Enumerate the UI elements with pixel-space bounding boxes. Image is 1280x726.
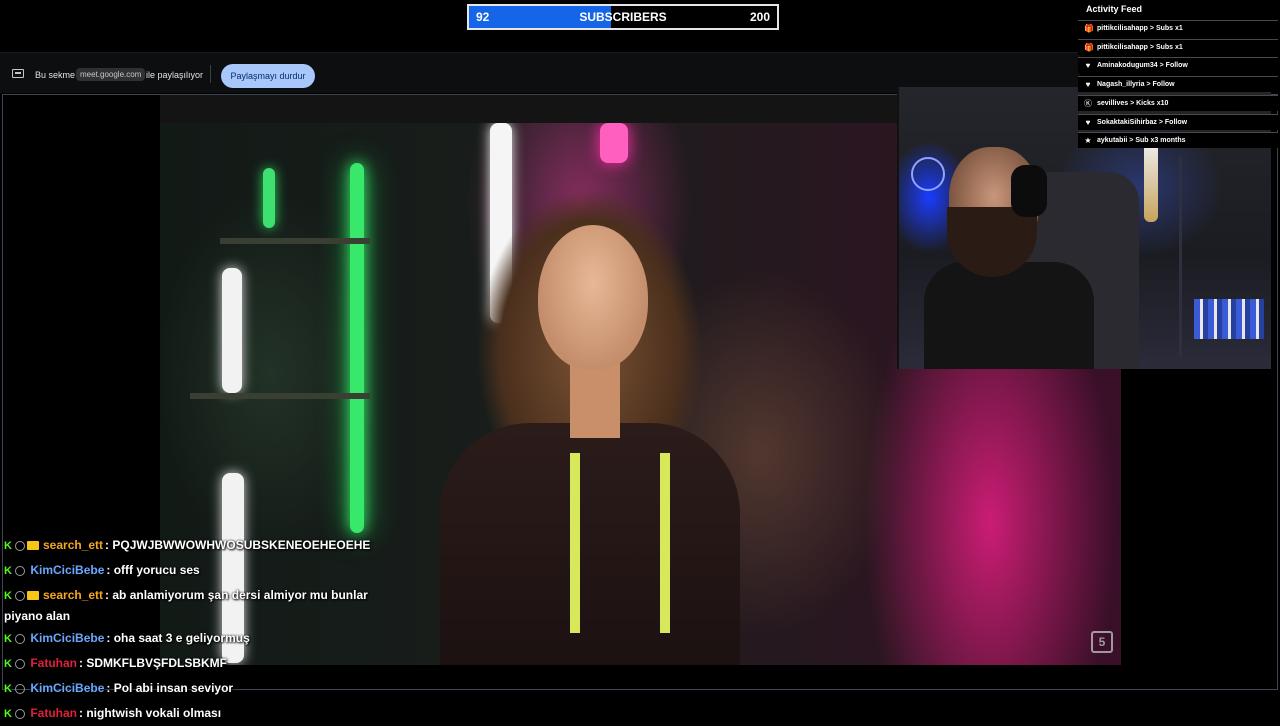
share-divider — [210, 65, 211, 83]
books — [1194, 299, 1264, 339]
chat-username[interactable]: search_ett — [43, 538, 103, 552]
activity-feed-action: > Subs x1 — [1147, 25, 1183, 32]
activity-feed-action: > Sub x3 months — [1127, 137, 1186, 145]
chat-text: : oha saat 3 e geliyormuş — [106, 631, 250, 645]
chat-username[interactable]: KimCiciBebe — [30, 631, 104, 645]
clock-badge-icon — [15, 658, 25, 669]
kick-badge-icon: K — [4, 658, 12, 670]
activity-feed-item: ♥ Nagash_illyria > Follow — [1078, 76, 1278, 93]
activity-feed-item: Ⓚsevillives > Kicks x10 — [1078, 94, 1278, 111]
activity-feed-action: > Subs x1 — [1147, 43, 1183, 51]
clock-badge-icon — [15, 708, 25, 719]
chat-text: : SDMKFLBVŞFDLSBKMF — [79, 656, 227, 670]
activity-feed-action: > Kicks x10 — [1128, 99, 1169, 107]
screen-share-icon — [12, 69, 24, 78]
chat-text: : offf yorucu ses — [106, 563, 200, 577]
chat-message: K KimCiciBebe: oha saat 3 e geliyormuş — [4, 626, 404, 651]
chat-username[interactable]: KimCiciBebe — [30, 563, 104, 577]
video-person — [410, 153, 770, 665]
kick-badge-icon: K — [4, 565, 12, 577]
activity-feed-item: ♥ Aminakodugum34 > Follow — [1078, 57, 1278, 74]
heart-icon: ♥ — [1085, 80, 1091, 90]
activity-feed-action: > Follow — [1157, 62, 1188, 70]
wall-clock — [911, 157, 945, 191]
shelf — [190, 393, 370, 399]
chat-message: K KimCiciBebe: Pol abi insan seviyor — [4, 676, 404, 701]
chat-message: K Fatuhan: SDMKFLBVŞFDLSBKMF — [4, 651, 404, 676]
activity-feed-item: ★ aykutabii > Sub x3 months — [1078, 132, 1278, 149]
clock-badge-icon — [15, 590, 25, 601]
headphone — [1011, 165, 1047, 217]
chat-text: : Pol abi insan seviyor — [106, 681, 234, 695]
clock-badge-icon — [15, 633, 25, 644]
heart-icon: ♥ — [1085, 117, 1091, 127]
activity-feed-username: pittikcilisahapp > Subs x1 — [1097, 43, 1183, 51]
heart-icon: ♥ — [1085, 61, 1091, 71]
chat-text: : PQJWJBWWOWHWOSUBSKENEOEHEOEHE — [105, 538, 371, 552]
chat-message: Ksearch_ett: PQJWJBWWOWHWOSUBSKENEOEHEOE… — [4, 533, 404, 558]
gift-icon: 🎁 — [1084, 24, 1094, 33]
kick-icon: Ⓚ — [1084, 98, 1092, 108]
share-prefix-text: Bu sekme — [35, 70, 76, 80]
subscriber-badge-icon — [27, 541, 39, 551]
kick-badge-icon: K — [4, 683, 12, 695]
clock-badge-icon — [15, 540, 25, 551]
chat-username[interactable]: Fatuhan — [30, 656, 77, 670]
activity-feed-username: aykutabii > Sub x3 months — [1097, 137, 1186, 145]
share-domain-chip: meet.google.com — [76, 68, 146, 81]
gift-icon: 🎁 — [1084, 42, 1094, 52]
neon-light — [350, 163, 364, 533]
activity-feed-item: 🎁 pittikcilisahapp > Subs x1 — [1078, 38, 1278, 55]
subscriber-goal-bar: 92 SUBSCRIBERS 200 — [467, 4, 779, 30]
activity-feed-action: > Follow — [1156, 118, 1188, 126]
activity-feed-item: 🎁 pittikcilisahapp > Subs x1 — [1078, 20, 1278, 36]
clock-badge-icon — [15, 683, 25, 694]
subscriber-badge-icon — [27, 591, 39, 601]
activity-feed-title: Activity Feed — [1086, 4, 1143, 14]
chat-username[interactable]: Fatuhan — [30, 706, 77, 720]
activity-feed-action: > Follow — [1144, 81, 1175, 89]
activity-feed-username: SokaktakiSihirbaz > Follow — [1097, 118, 1188, 126]
clock-badge-icon — [15, 565, 25, 576]
chat-username[interactable]: search_ett — [43, 588, 103, 602]
kick-badge-icon: K — [4, 590, 12, 602]
stop-sharing-button[interactable]: Paylaşmayı durdur — [221, 64, 315, 88]
lava-lamp — [1144, 142, 1158, 222]
chat-message: Ksearch_ett: ab anlamiyorum şan dersi al… — [4, 583, 404, 626]
neon-light — [222, 268, 242, 393]
activity-feed-item: ♥ SokaktakiSihirbaz > Follow — [1078, 113, 1278, 130]
neon-light — [263, 168, 275, 228]
share-suffix-text: ile paylaşılıyor — [146, 70, 204, 80]
kick-badge-icon: K — [4, 540, 12, 552]
chat-message: K Fatuhan: nightwish vokali olması — [4, 701, 404, 726]
shelf — [220, 238, 370, 244]
chat-username[interactable]: KimCiciBebe — [30, 681, 104, 695]
kick-badge-icon: K — [4, 708, 12, 720]
activity-feed-username: sevillives > Kicks x10 — [1097, 99, 1169, 107]
activity-feed-username: pittikcilisahapp > Subs x1 — [1097, 25, 1183, 32]
subscriber-label: SUBSCRIBERS — [579, 10, 667, 24]
activity-feed-username: Nagash_illyria > Follow — [1097, 81, 1175, 89]
chat-text: : nightwish vokali olması — [79, 706, 222, 720]
star-icon: ★ — [1084, 136, 1092, 146]
chat-message: K KimCiciBebe: offf yorucu ses — [4, 558, 404, 583]
chat-overlay: Ksearch_ett: PQJWJBWWOWHWOSUBSKENEOEHEOE… — [4, 533, 404, 726]
kick-badge-icon: K — [4, 633, 12, 645]
subscriber-goal: 200 — [749, 10, 770, 24]
channel-watermark-icon: 5 — [1091, 631, 1113, 653]
activity-feed-username: Aminakodugum34 > Follow — [1097, 62, 1188, 70]
